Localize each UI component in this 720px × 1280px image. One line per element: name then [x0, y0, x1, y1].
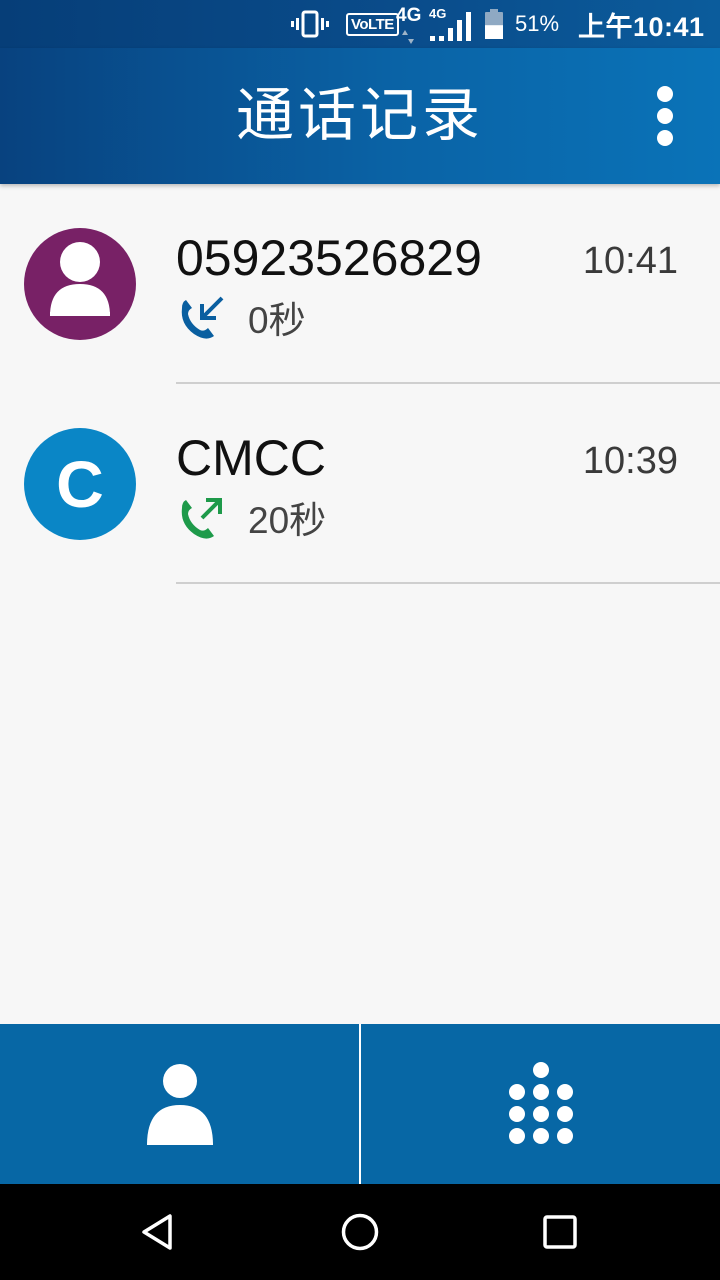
caller-name: CMCC: [176, 430, 326, 486]
navigation-bar: [0, 1184, 720, 1280]
avatar[interactable]: [24, 228, 136, 340]
network-type-label-2: 4G: [429, 6, 447, 21]
recent-apps-button[interactable]: [500, 1184, 620, 1280]
more-options-button[interactable]: [640, 80, 690, 152]
signal-bars-icon: 4G: [428, 0, 472, 48]
back-icon: [142, 1214, 172, 1250]
back-button[interactable]: [100, 1184, 220, 1280]
recent-apps-icon: [543, 1215, 577, 1249]
signal-4g-icon: 4G: [396, 0, 421, 48]
outgoing-call-icon: [176, 494, 226, 544]
page-title: 通话记录: [235, 83, 484, 148]
call-log-list: 05923526829 10:41 0秒 C CMCC 10:39 20秒: [0, 184, 720, 584]
battery-icon: [484, 0, 504, 48]
volte-label: VoLTE: [346, 12, 399, 36]
call-duration: 0秒: [248, 300, 306, 341]
volte-icon: VoLTE: [346, 0, 399, 48]
divider: [176, 582, 720, 584]
app-bar: 通话记录: [0, 48, 720, 184]
incoming-call-icon: [176, 294, 226, 344]
call-log-item[interactable]: 05923526829 10:41 0秒: [0, 184, 720, 384]
person-icon: [50, 242, 110, 316]
dialpad-icon: [508, 1062, 573, 1144]
contacts-tab[interactable]: [0, 1024, 359, 1184]
more-vertical-icon-dot: [657, 108, 673, 124]
status-time: 上午10:41: [578, 11, 705, 42]
caller-name: 05923526829: [176, 230, 482, 286]
more-vertical-icon: [657, 86, 673, 102]
call-log-item[interactable]: C CMCC 10:39 20秒: [0, 384, 720, 584]
avatar[interactable]: C: [24, 428, 136, 540]
call-time: 10:39: [582, 440, 678, 482]
battery-percent: 51%: [515, 11, 560, 36]
vibrate-icon: [291, 0, 329, 48]
network-type-label: 4G: [396, 5, 422, 26]
contacts-icon: [146, 1064, 213, 1145]
avatar-letter: C: [56, 447, 104, 521]
status-bar: VoLTE 4G 4G 51% 上午10:41: [0, 0, 720, 48]
home-button[interactable]: [300, 1184, 420, 1280]
call-time: 10:41: [582, 240, 678, 282]
home-icon: [341, 1213, 379, 1251]
more-vertical-icon-dot: [657, 130, 673, 146]
call-duration: 20秒: [248, 500, 327, 541]
bottom-tab-bar: [0, 1024, 720, 1184]
dialpad-tab[interactable]: [361, 1024, 720, 1184]
